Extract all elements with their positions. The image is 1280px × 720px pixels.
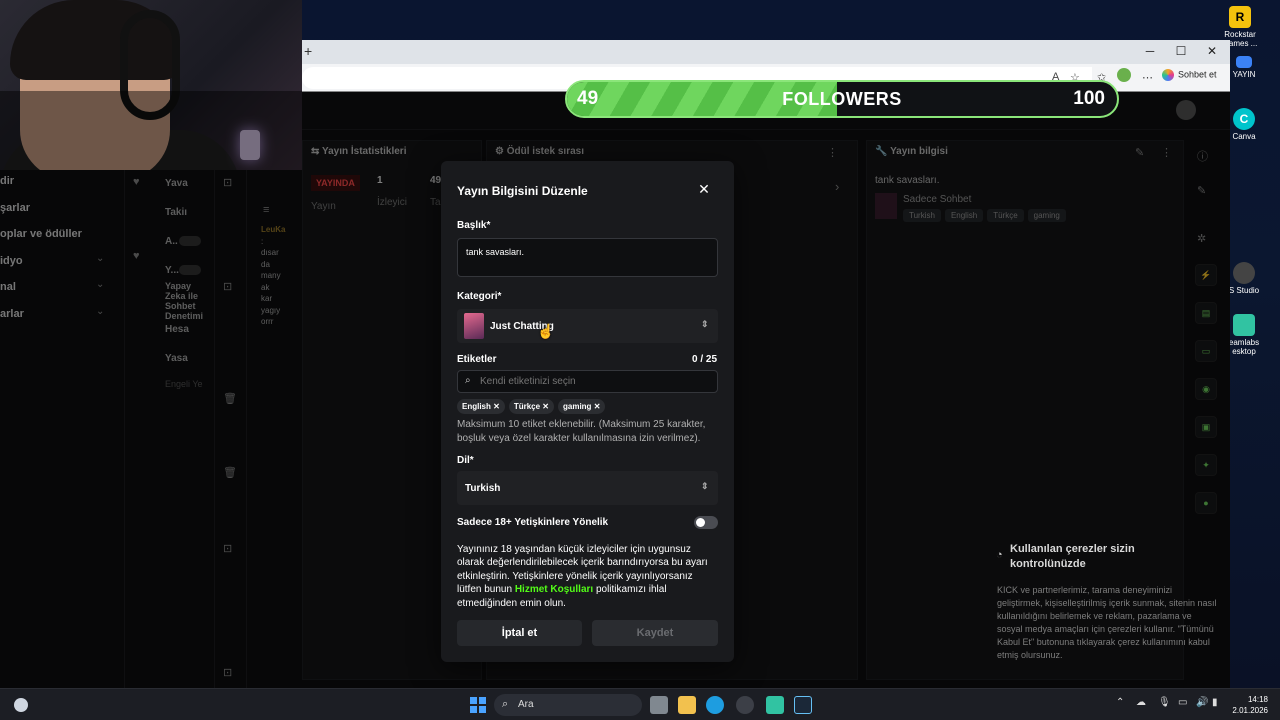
cookie-notice: ◔ Kullanılan çerezler sizin kontrolünüzd…	[990, 532, 1220, 688]
taskbar-search-label: Ara	[518, 699, 534, 710]
network-icon[interactable]: ▭	[1178, 697, 1187, 708]
terms-link[interactable]: Hizmet Koşulları	[515, 584, 593, 595]
tray-chevron-icon[interactable]: ⌃	[1116, 697, 1124, 708]
edge-icon[interactable]	[706, 696, 724, 714]
streamlabs-icon	[1233, 314, 1255, 336]
tags-search-field[interactable]	[480, 374, 710, 389]
file-explorer-icon[interactable]	[678, 696, 696, 714]
title-input[interactable]: tank savasları.	[457, 238, 718, 277]
menu-dots-icon[interactable]: ⋯	[1142, 71, 1153, 84]
title-label: Başlık*	[457, 220, 491, 231]
followers-goal: 100	[1073, 88, 1105, 109]
remove-chip-icon[interactable]: ✕	[493, 402, 500, 411]
edit-stream-info-modal: Yayın Bilgisini Düzenle ✕ Başlık* tank s…	[441, 161, 734, 662]
windows-start-icon[interactable]	[470, 697, 486, 713]
volume-icon[interactable]: 🔊	[1196, 697, 1208, 708]
close-icon[interactable]: ✕	[697, 181, 711, 198]
rockstar-icon: R	[1229, 6, 1251, 28]
cancel-button[interactable]: İptal et	[457, 620, 582, 646]
taskbar-clock[interactable]: 14:18 2.01.2026	[1230, 694, 1268, 716]
followers-goal-widget: FOLLOWERS 49 100	[565, 80, 1119, 118]
windows-taskbar: ⌕ Ara ⌃ ☁ 🎙 ▭ 🔊 ▮ 14:18 2.01.2026	[0, 688, 1280, 720]
followers-label: FOLLOWERS	[782, 89, 902, 109]
adult-label: Sadece 18+ Yetişkinlere Yönelik	[457, 517, 609, 528]
taskbar-search[interactable]: ⌕ Ara	[494, 694, 642, 716]
obs-taskbar-icon[interactable]	[736, 696, 754, 714]
steam-icon[interactable]	[794, 696, 812, 714]
weather-icon[interactable]	[14, 698, 28, 712]
remove-chip-icon[interactable]: ✕	[594, 402, 601, 411]
cookie-icon: ◔	[996, 549, 1003, 561]
task-view-icon[interactable]	[650, 696, 668, 714]
category-label: Kategori*	[457, 291, 502, 302]
tags-count: 0 / 25	[692, 354, 718, 365]
desktop-icon-obs[interactable]: S Studio	[1224, 262, 1264, 295]
canva-icon: C	[1233, 108, 1255, 130]
select-arrows-icon: ⇕	[701, 481, 709, 491]
tag-chip[interactable]: English ✕	[457, 399, 505, 414]
desktop-icon-yayin[interactable]: YAYIN	[1224, 56, 1264, 79]
tags-label: Etiketler	[457, 354, 497, 365]
tag-chip[interactable]: Türkçe ✕	[508, 399, 554, 414]
search-icon: ⌕	[465, 375, 471, 386]
adult-toggle[interactable]	[694, 516, 718, 529]
desktop-icon-canva[interactable]: C Canva	[1224, 108, 1264, 141]
tag-chip[interactable]: gaming ✕	[558, 399, 606, 414]
followers-current: 49	[577, 88, 599, 109]
tag-chips: English ✕ Türkçe ✕ gaming ✕	[457, 399, 609, 414]
onedrive-icon[interactable]: ☁	[1136, 697, 1146, 708]
category-select[interactable]: Just Chatting ⇕	[457, 309, 718, 343]
modal-title: Yayın Bilgisini Düzenle	[457, 184, 588, 198]
minimize-button[interactable]: ─	[1135, 44, 1165, 58]
remove-chip-icon[interactable]: ✕	[542, 402, 549, 411]
clock-time: 14:18	[1247, 695, 1268, 704]
cookie-title: Kullanılan çerezler sizin kontrolünüzde	[1010, 543, 1135, 570]
new-tab-button[interactable]: +	[304, 43, 312, 59]
search-icon: ⌕	[502, 698, 509, 710]
close-window-button[interactable]: ✕	[1197, 44, 1227, 58]
just-chatting-thumbnail	[464, 313, 484, 339]
toggle-knob	[696, 518, 705, 527]
obs-icon	[1233, 262, 1255, 284]
clock-date: 2.01.2026	[1232, 706, 1268, 715]
save-button[interactable]: Kaydet	[592, 620, 718, 646]
copilot-chat-button[interactable]: Sohbet et	[1162, 69, 1217, 81]
language-value: Turkish	[465, 483, 501, 494]
tags-input[interactable]: ⌕	[457, 370, 718, 393]
language-label: Dil*	[457, 455, 474, 466]
maximize-button[interactable]: ☐	[1166, 44, 1196, 58]
microphone-icon[interactable]: 🎙	[1158, 697, 1171, 708]
cookie-body: KICK ve partnerlerimiz, tarama deneyimin…	[997, 585, 1217, 660]
tags-help-text: Maksimum 10 etiket eklenebilir. (Maksimu…	[457, 419, 706, 444]
profile-avatar-icon[interactable]	[1117, 68, 1131, 82]
language-select[interactable]: Turkish ⇕	[457, 471, 718, 505]
folder-icon	[1236, 56, 1252, 68]
copilot-icon	[1162, 69, 1174, 81]
adult-help-text: Yayınınız 18 yaşından küçük izleyiciler …	[457, 544, 708, 609]
desktop-icon-streamlabs[interactable]: eamlabs esktop	[1224, 314, 1264, 356]
streamlabs-taskbar-icon[interactable]	[766, 696, 784, 714]
browser-titlebar: + ─ ☐ ✕	[302, 40, 1230, 64]
mouse-cursor-icon: ☝	[537, 323, 555, 339]
battery-icon[interactable]: ▮	[1212, 697, 1218, 708]
select-arrows-icon: ⇕	[701, 319, 709, 329]
